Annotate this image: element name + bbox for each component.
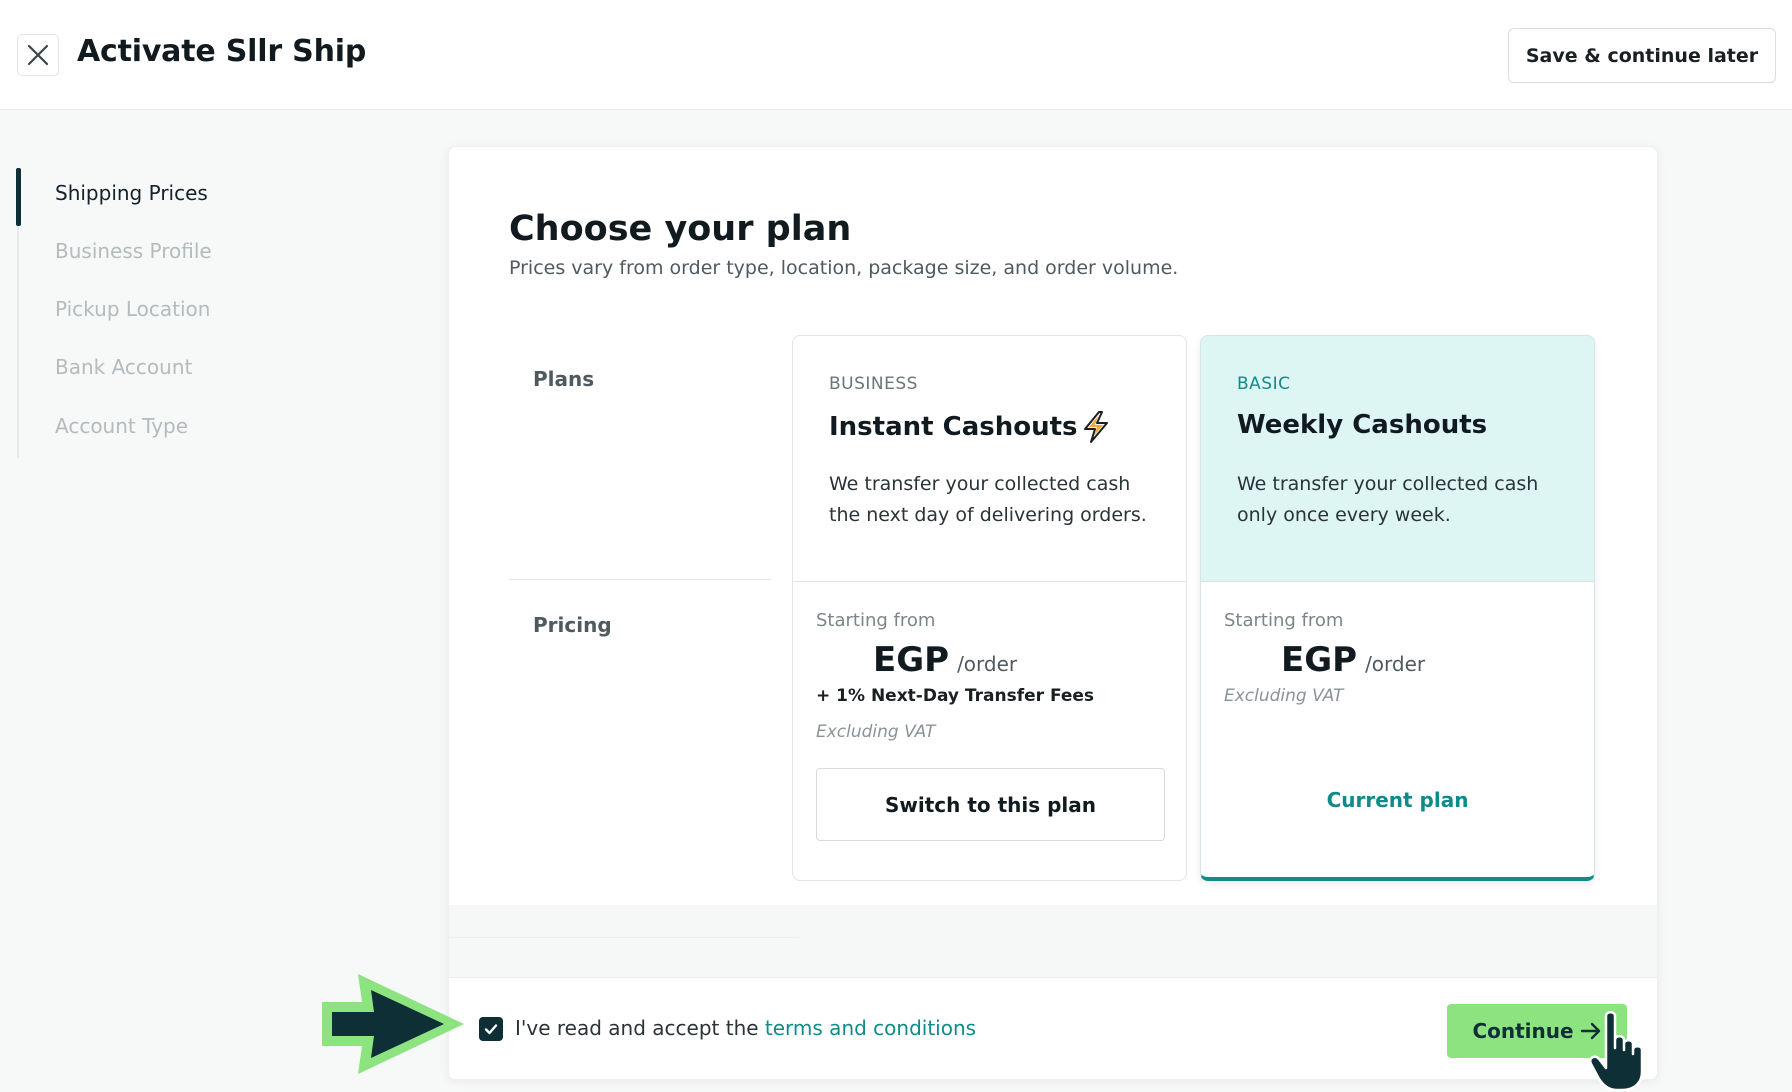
current-plan-label: Current plan [1326, 788, 1469, 812]
checkmark-icon [484, 1024, 498, 1035]
card-subtitle: Prices vary from order type, location, p… [509, 257, 1179, 279]
card-title: Choose your plan [509, 209, 852, 249]
price-unit: /order [957, 652, 1018, 676]
save-continue-later-button[interactable]: Save & continue later [1508, 28, 1776, 83]
active-step-indicator [16, 168, 21, 226]
page-title: Activate Sllr Ship [77, 34, 367, 69]
price-currency: EGP [873, 640, 950, 680]
pointer-arrow-icon [322, 974, 464, 1074]
plan-name-wrapper: Instant Cashouts [829, 410, 1112, 444]
top-bar: Activate Sllr Ship Save & continue later [0, 0, 1792, 110]
plan-header: BASIC Weekly Cashouts We transfer your c… [1201, 336, 1594, 582]
close-icon [27, 44, 49, 66]
plan-tier: BUSINESS [829, 374, 918, 394]
footer-divider [449, 937, 799, 938]
terms-acceptance-text: I've read and accept the terms and condi… [515, 1016, 976, 1040]
starting-from-label: Starting from [816, 610, 936, 631]
price-unit: /order [1365, 652, 1426, 676]
pricing-row-label: Pricing [533, 613, 612, 637]
step-shipping-prices[interactable]: Shipping Prices [55, 181, 208, 205]
plan-description: We transfer your collected cash the next… [829, 473, 1147, 526]
hand-cursor-icon [1589, 1011, 1644, 1092]
transfer-fees: + 1% Next-Day Transfer Fees [816, 686, 1095, 706]
step-business-profile[interactable]: Business Profile [55, 239, 212, 263]
plan-name: Instant Cashouts [829, 412, 1078, 442]
lightning-bolt-icon [1083, 411, 1108, 443]
plan-name: Weekly Cashouts [1237, 410, 1488, 440]
switch-plan-button[interactable]: Switch to this plan [816, 768, 1165, 841]
step-bank-account[interactable]: Bank Account [55, 355, 192, 379]
plan-price: EGP /order [873, 640, 1017, 680]
vat-note: Excluding VAT [816, 722, 936, 742]
plan-description: We transfer your collected cash only onc… [1237, 473, 1539, 526]
terms-link[interactable]: terms and conditions [765, 1016, 976, 1040]
plan-header: BUSINESS Instant Cashouts We transfer yo… [793, 336, 1186, 582]
price-currency: EGP [1281, 640, 1358, 680]
starting-from-label: Starting from [1224, 610, 1344, 631]
plan-card: Choose your plan Prices vary from order … [448, 146, 1658, 1080]
vat-note: Excluding VAT [1224, 686, 1344, 706]
step-account-type[interactable]: Account Type [55, 414, 188, 438]
plan-price: EGP /order [1281, 640, 1425, 680]
row-divider [509, 579, 771, 580]
continue-label: Continue [1472, 1019, 1574, 1043]
terms-checkbox[interactable] [479, 1017, 503, 1041]
plan-tier: BASIC [1237, 374, 1291, 394]
card-footer: I've read and accept the terms and condi… [449, 977, 1657, 1079]
accept-label: I've read and accept the [515, 1016, 765, 1040]
plan-option-business[interactable]: BUSINESS Instant Cashouts We transfer yo… [792, 335, 1187, 881]
plans-row-label: Plans [533, 367, 595, 391]
plan-option-basic[interactable]: BASIC Weekly Cashouts We transfer your c… [1200, 335, 1595, 881]
close-button[interactable] [17, 34, 59, 76]
step-pickup-location[interactable]: Pickup Location [55, 297, 210, 321]
